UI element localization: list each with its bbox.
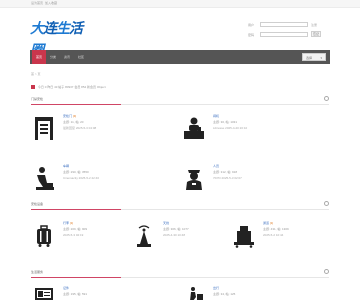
forum-item[interactable]: 天线 主题: 306, 帖: 1077 2025-4-30 10:48 xyxy=(131,220,226,260)
stat-label: 帖子 xyxy=(58,85,65,89)
section-header: 门禁安检 xyxy=(31,95,329,105)
traveler-icon xyxy=(183,287,205,300)
forum-item[interactable]: 通道 [1] 主题: 431, 帖: 1309 2025-5-2 10:44 xyxy=(231,220,326,260)
item-text: 证件 主题: 195, 帖: 591 xyxy=(63,285,163,297)
item-text: 闸机 主题: 30, 帖: 1031 Libresse 2025-4-20 20… xyxy=(213,113,313,131)
stat-value[interactable]: Object xyxy=(97,85,106,89)
password-row: 密码 忘记 xyxy=(248,31,338,39)
register-link[interactable]: 注册 xyxy=(311,23,317,27)
nav-item-home[interactable]: 首页 xyxy=(32,50,47,64)
forum-item[interactable]: 安检门 [4] 主题: 11, 帖: 20 最新回复 2025-5-3 04:0… xyxy=(31,113,161,153)
stat-value: 43 xyxy=(54,85,58,89)
nav-dropdown[interactable]: 选择 ▾ xyxy=(302,53,326,61)
set-homepage-link[interactable]: 设为首页 xyxy=(31,2,43,5)
stat-value: 80937 xyxy=(65,85,74,89)
collapse-icon[interactable] xyxy=(324,201,329,206)
forum-item[interactable]: 出行 主题: 34, 帖: 125 xyxy=(181,285,311,300)
item-latest[interactable]: 2025-4-30 10:48 xyxy=(163,232,228,238)
item-text: 天线 主题: 306, 帖: 1077 2025-4-30 10:48 xyxy=(163,220,228,238)
logo-char: 连 xyxy=(43,21,57,37)
password-input[interactable] xyxy=(260,32,308,37)
xray-scanner-icon xyxy=(233,222,255,248)
forum-section: 门禁安检 安检门 [4] 主题: 11, 帖: 20 最新回复 2025-5-3… xyxy=(31,95,329,195)
item-latest[interactable]: 2025-5-2 10:44 xyxy=(263,232,328,238)
car-seat-icon xyxy=(33,165,55,191)
nav-item-community[interactable]: 社区 xyxy=(74,50,88,64)
chevron-down-icon: ▾ xyxy=(320,56,322,60)
username-row: 用户 注册 xyxy=(248,21,338,29)
section-title: 安检设备 xyxy=(31,202,44,206)
stat-label: 会员 xyxy=(74,85,81,89)
top-utility-bar: 设为首页 加入收藏 xyxy=(0,0,360,8)
password-label: 密码 xyxy=(248,33,255,37)
forum-item[interactable]: 行李 [1] 主题: 209, 帖: 909 2025-5-3 02:19 xyxy=(31,220,126,260)
item-text: 行李 [1] 主题: 209, 帖: 909 2025-5-3 02:19 xyxy=(63,220,128,238)
item-text: 通道 [1] 主题: 431, 帖: 1309 2025-5-2 10:44 xyxy=(263,220,328,238)
stat-label: 新会员 xyxy=(87,85,97,89)
item-text: 人员 主题: 312, 帖: 918 7D7D 2025-5-3 02:07 xyxy=(213,163,313,181)
item-text: 出行 主题: 34, 帖: 125 xyxy=(213,285,313,297)
breadcrumb-current: 页 xyxy=(37,72,41,76)
antenna-tower-icon xyxy=(133,222,155,248)
section-divider xyxy=(31,277,329,278)
item-meta: 主题: 34, 帖: 125 xyxy=(213,292,236,296)
section-divider xyxy=(31,104,329,105)
forum-item[interactable]: 证件 主题: 195, 帖: 591 xyxy=(31,285,161,300)
nav-dropdown-label: 选择 xyxy=(306,56,313,60)
item-meta: 主题: 195, 帖: 591 xyxy=(63,292,88,296)
main-navigation: 首页 分类 资讯 社区 选择 ▾ xyxy=(30,50,330,64)
section-header: 生活服务 xyxy=(31,268,329,278)
item-latest[interactable]: 最新回复 2025-5-3 04:08 xyxy=(63,125,163,131)
username-input[interactable] xyxy=(260,22,308,27)
desk-officer-icon xyxy=(183,115,205,141)
item-text: 安检门 [4] 主题: 11, 帖: 20 最新回复 2025-5-3 04:0… xyxy=(63,113,163,131)
nav-item-news[interactable]: 资讯 xyxy=(60,50,74,64)
forum-item[interactable]: 闸机 主题: 30, 帖: 1031 Libresse 2025-4-20 20… xyxy=(181,113,311,153)
stat-label: 昨日 xyxy=(47,85,54,89)
site-logo[interactable]: 大连生活圈 xyxy=(30,18,90,59)
username-label: 用户 xyxy=(248,23,255,27)
section-title: 生活服务 xyxy=(31,270,44,274)
forum-item[interactable]: 人员 主题: 312, 帖: 918 7D7D 2025-5-3 02:07 xyxy=(181,163,311,203)
nav-item-category[interactable]: 分类 xyxy=(46,50,60,64)
logo-char: 大 xyxy=(30,21,44,37)
forum-section: 安检设备 行李 [1] 主题: 209, 帖: 909 2025-5-3 02:… xyxy=(31,200,329,260)
stat-value: 854 xyxy=(81,85,87,89)
hot-icon xyxy=(31,85,35,90)
security-guard-icon xyxy=(183,165,205,191)
section-title: 门禁安检 xyxy=(31,97,44,101)
forum-stats: 今日 0 昨日 43 帖子 80937 会员 854 新会员 Object xyxy=(31,85,106,90)
item-latest[interactable]: 7D7D 2025-5-3 02:07 xyxy=(213,175,313,181)
stat-label: 今日 xyxy=(37,85,44,89)
metal-detector-gate-icon xyxy=(33,115,55,141)
luggage-icon xyxy=(33,222,55,248)
item-latest[interactable]: Cinemacity 2025-5-2 22:40 xyxy=(63,175,163,181)
item-latest[interactable]: Libresse 2025-4-20 20:10 xyxy=(213,125,313,131)
forgot-password-button[interactable]: 忘记 xyxy=(311,31,321,37)
breadcrumb-home[interactable]: 首 xyxy=(31,72,34,76)
section-divider xyxy=(31,209,329,210)
section-header: 安检设备 xyxy=(31,200,329,210)
collapse-icon[interactable] xyxy=(324,269,329,274)
logo-char: 生 xyxy=(56,21,70,37)
breadcrumb: 首 > 页 xyxy=(31,72,40,76)
forum-item[interactable]: 车辆 主题: 290, 帖: 3550 Cinemacity 2025-5-2 … xyxy=(31,163,161,203)
collapse-icon[interactable] xyxy=(324,96,329,101)
item-text: 车辆 主题: 290, 帖: 3550 Cinemacity 2025-5-2 … xyxy=(63,163,163,181)
logo-char: 活 xyxy=(69,21,83,37)
add-favorite-link[interactable]: 加入收藏 xyxy=(45,2,57,5)
id-card-icon xyxy=(33,287,55,300)
forum-section: 生活服务 证件 主题: 195, 帖: 591 出行 主题: 34, 帖: 12… xyxy=(31,268,329,300)
item-latest[interactable]: 2025-5-3 02:19 xyxy=(63,232,128,238)
